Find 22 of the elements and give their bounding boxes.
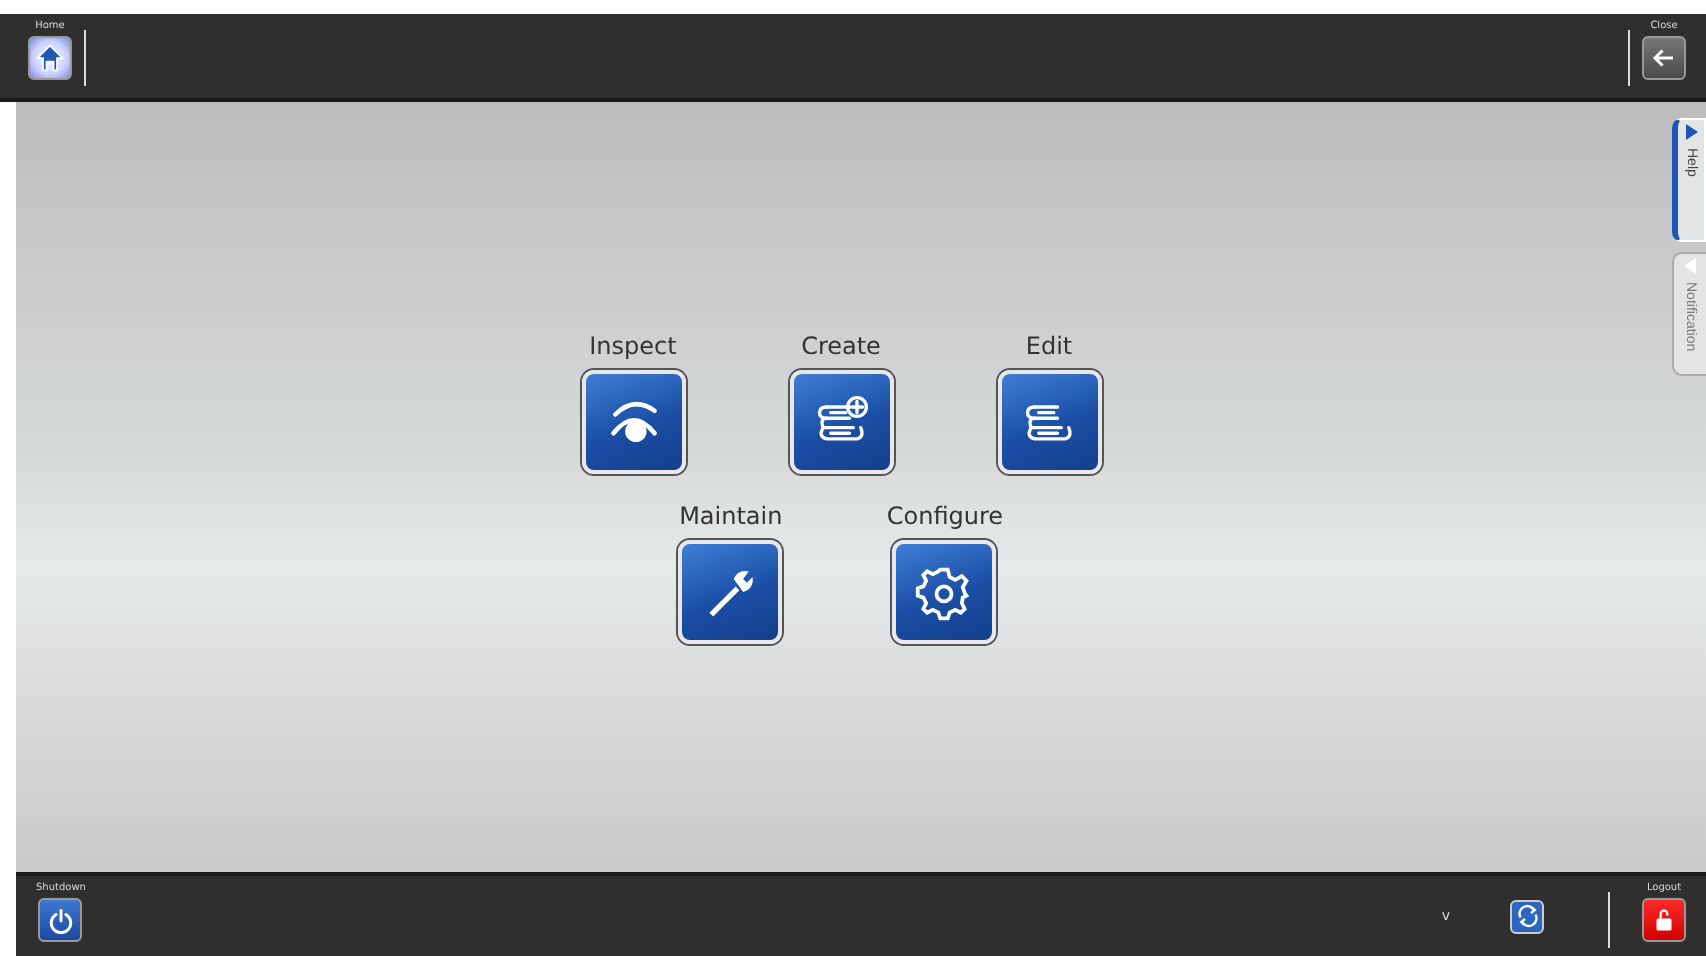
close-button[interactable] bbox=[1642, 36, 1686, 80]
tile-button[interactable] bbox=[581, 369, 685, 473]
tile-label: Create bbox=[801, 331, 881, 359]
tile-button[interactable] bbox=[892, 539, 997, 643]
tile-label: Edit bbox=[1025, 331, 1073, 359]
triangle-icon bbox=[1684, 258, 1696, 274]
house-icon bbox=[36, 44, 64, 72]
shutdown-button[interactable] bbox=[38, 898, 83, 942]
unlocked-padlock-icon bbox=[1652, 908, 1676, 932]
logout-button[interactable] bbox=[1642, 898, 1686, 942]
tile-label: Maintain bbox=[679, 501, 783, 529]
triangle-icon bbox=[1685, 124, 1697, 140]
tile-label: Configure bbox=[886, 501, 1004, 529]
tile-button[interactable] bbox=[789, 369, 893, 473]
sync-button[interactable] bbox=[1510, 899, 1544, 933]
tile-label: Inspect bbox=[589, 331, 677, 359]
power-icon bbox=[47, 907, 74, 933]
tile-button[interactable] bbox=[678, 539, 783, 643]
tile-button[interactable] bbox=[997, 369, 1101, 473]
refresh-icon bbox=[1515, 904, 1539, 928]
back-arrow-icon bbox=[1652, 46, 1676, 70]
home-button[interactable] bbox=[28, 36, 72, 80]
